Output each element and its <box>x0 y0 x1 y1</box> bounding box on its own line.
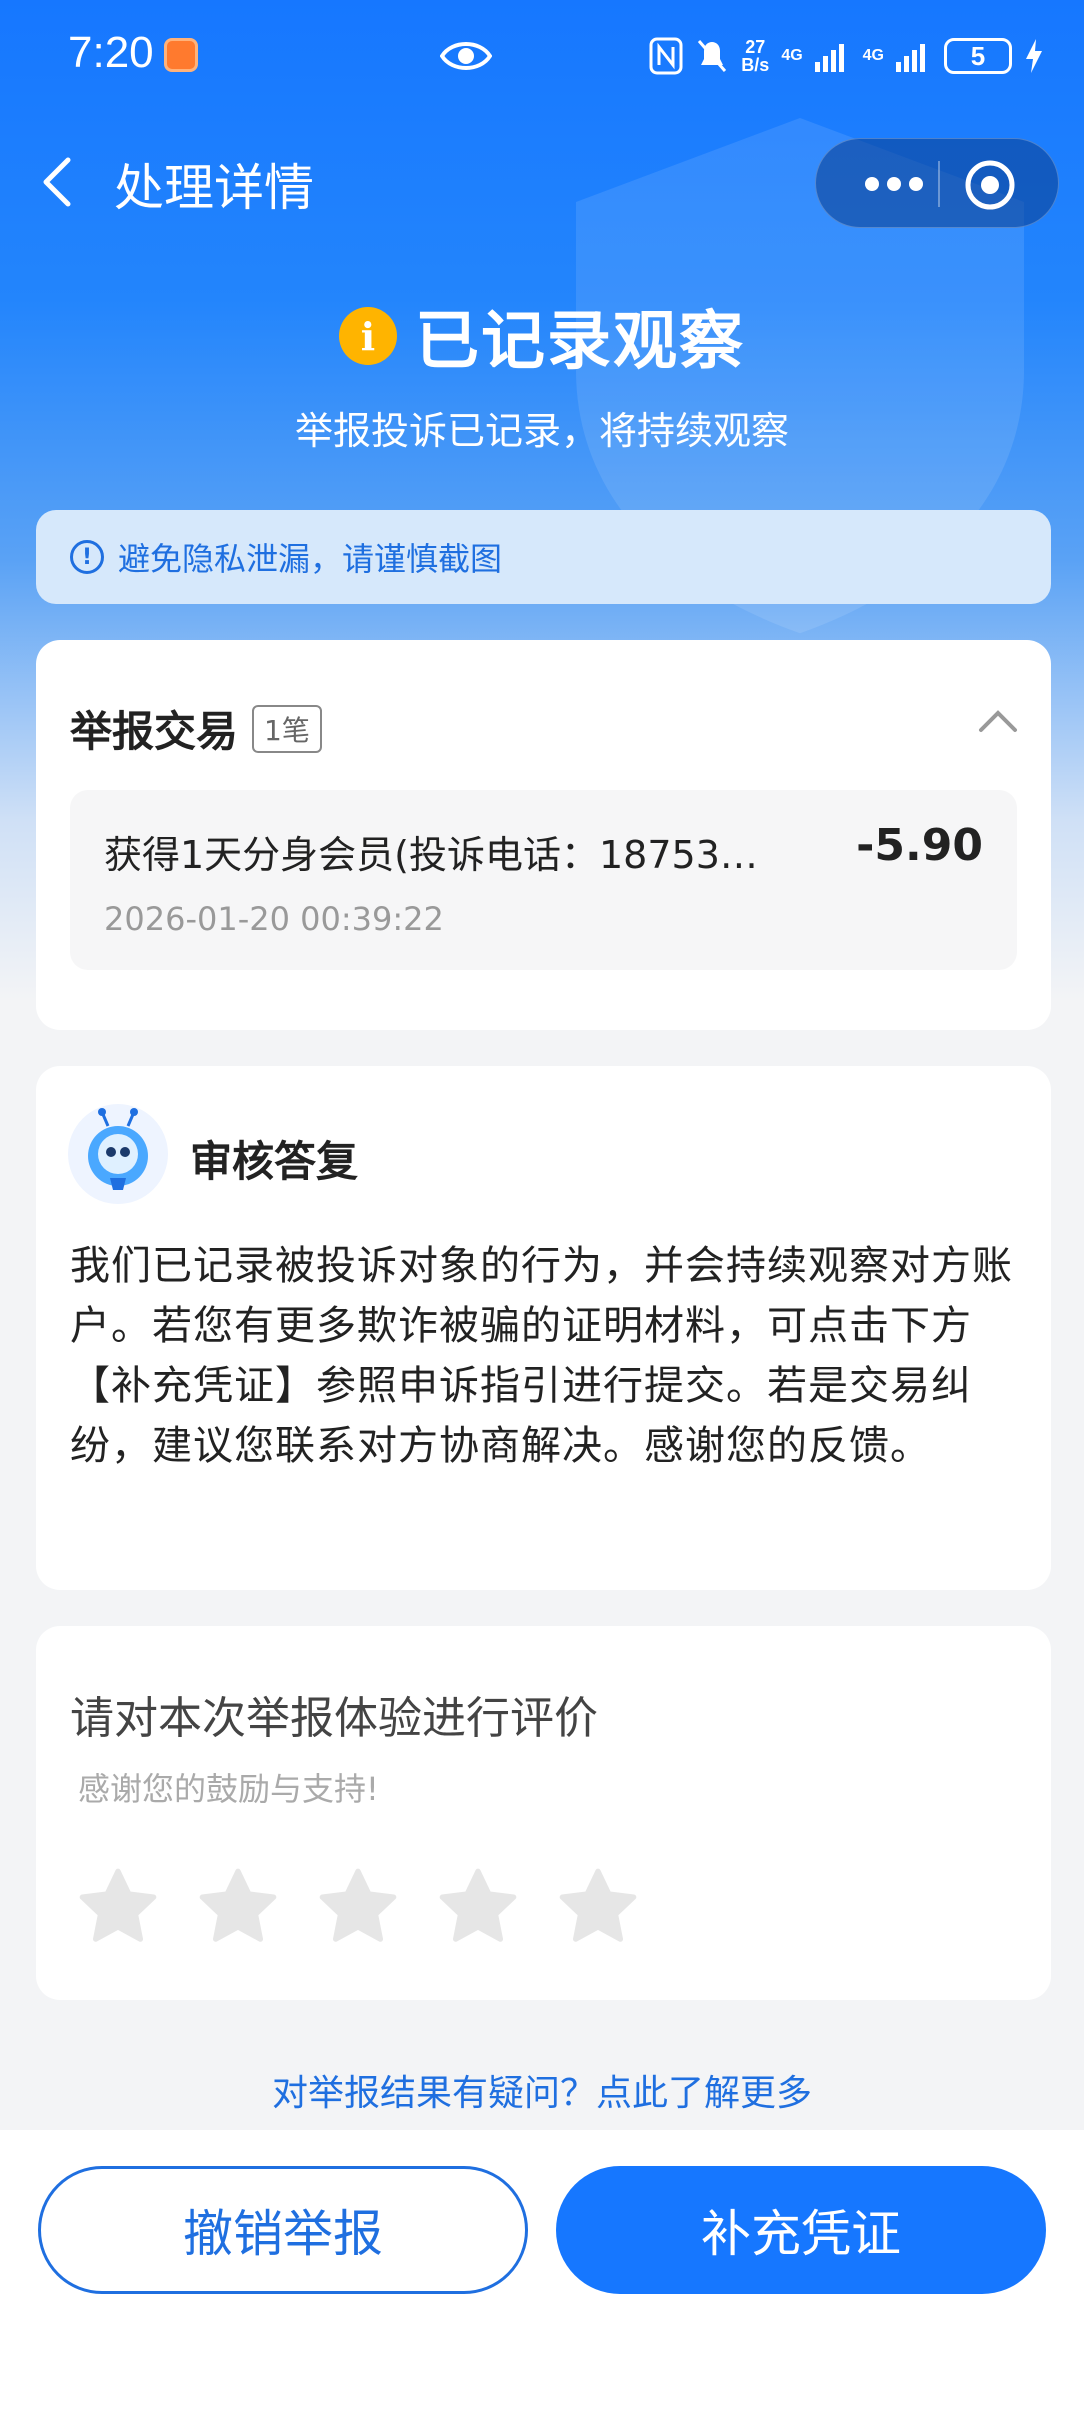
back-arrow-icon[interactable] <box>30 152 90 212</box>
nfc-icon <box>649 37 683 75</box>
status-bar: 7:20 27 B/s 4G 4G 5 <box>0 0 1084 112</box>
mute-bell-icon <box>698 40 727 72</box>
close-miniapp-icon[interactable] <box>964 159 1016 211</box>
nav-bar: 处理详情 <box>0 132 1084 232</box>
cancel-report-button[interactable]: 撤销举报 <box>38 2166 528 2294</box>
review-reply-card: 审核答复 我们已记录被投诉对象的行为，并会持续观察对方账户。若您有更多欺诈被骗的… <box>36 1066 1051 1590</box>
miniapp-capsule <box>815 138 1059 228</box>
privacy-notice: ! 避免隐私泄漏，请谨慎截图 <box>36 510 1051 604</box>
sim1-network: 4G <box>781 47 803 64</box>
status-subtitle: 举报投诉已记录，将持续观察 <box>294 409 789 453</box>
transactions-header: 举报交易 1笔 <box>70 698 322 759</box>
rating-title: 请对本次举报体验进行评价 <box>70 1693 598 1744</box>
help-link[interactable]: 对举报结果有疑问？点此了解更多 <box>0 2064 1084 2116</box>
alert-circle-icon: ! <box>70 540 104 574</box>
mascot-avatar-icon <box>88 1108 148 1190</box>
status-icons: 27 B/s 4G 4G 5 <box>649 30 1044 82</box>
transaction-time: 2026-01-20 00:39:22 <box>104 900 444 938</box>
status-line: i 已记录观察 <box>339 290 745 382</box>
net-speed: 27 B/s <box>741 38 769 74</box>
notice-text: 避免隐私泄漏，请谨慎截图 <box>118 540 503 578</box>
signal-icon <box>896 44 925 72</box>
charging-icon <box>1026 39 1042 73</box>
transaction-amount: -5.90 <box>856 820 983 871</box>
star-rating <box>76 1866 640 1950</box>
more-options-icon[interactable] <box>850 161 950 207</box>
capsule-divider <box>938 161 940 207</box>
net-speed-unit: B/s <box>741 55 770 75</box>
star-icon[interactable] <box>76 1866 160 1950</box>
star-icon[interactable] <box>436 1866 520 1950</box>
star-icon[interactable] <box>196 1866 280 1950</box>
transactions-title: 举报交易 <box>70 707 239 756</box>
app-notification-icon <box>164 38 198 72</box>
clock: 7:20 <box>68 28 154 77</box>
bottom-action-bar: 撤销举报 补充凭证 <box>0 2130 1084 2412</box>
star-icon[interactable] <box>556 1866 640 1950</box>
reported-transactions-card: 举报交易 1笔 获得1天分身会员(投诉电话：18753… -5.90 2026-… <box>36 640 1051 1030</box>
battery-indicator: 5 <box>944 38 1012 74</box>
reply-text: 我们已记录被投诉对象的行为，并会持续观察对方账户。若您有更多欺诈被骗的证明材料，… <box>70 1243 1013 1469</box>
rating-subtitle: 感谢您的鼓励与支持! <box>78 1770 379 1808</box>
reply-title: 审核答复 <box>190 1137 359 1186</box>
star-icon[interactable] <box>316 1866 400 1950</box>
sim2-network: 4G <box>862 47 884 64</box>
avatar <box>68 1104 168 1204</box>
rating-card: 请对本次举报体验进行评价 感谢您的鼓励与支持! <box>36 1626 1051 2000</box>
info-icon: i <box>339 307 397 365</box>
eye-icon <box>440 42 492 70</box>
transaction-name: 获得1天分身会员(投诉电话：18753… <box>104 833 758 877</box>
status-header: i 已记录观察 举报投诉已记录，将持续观察 <box>0 290 1084 455</box>
page-title: 处理详情 <box>114 159 314 217</box>
signal-icon <box>814 44 844 72</box>
net-speed-value: 27 <box>745 37 766 57</box>
transaction-item[interactable]: 获得1天分身会员(投诉电话：18753… -5.90 2026-01-20 00… <box>70 790 1017 970</box>
transactions-count-badge: 1笔 <box>252 704 322 753</box>
status-title: 已记录观察 <box>415 305 745 379</box>
supplement-evidence-button[interactable]: 补充凭证 <box>556 2166 1046 2294</box>
chevron-up-icon[interactable] <box>977 700 1019 742</box>
